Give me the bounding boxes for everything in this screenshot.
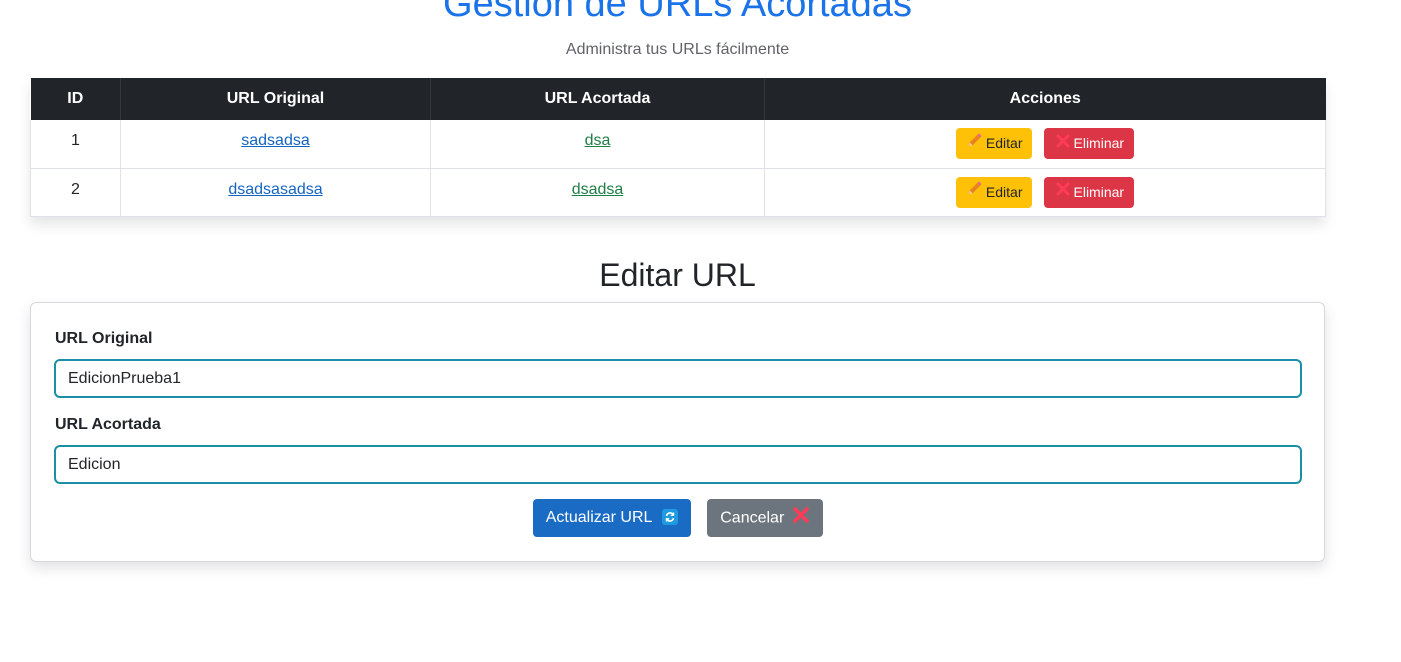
- pencil-icon: [967, 128, 982, 159]
- short-url-label: URL Acortada: [55, 416, 161, 433]
- edit-button[interactable]: Editar: [955, 176, 1032, 208]
- original-url-input[interactable]: [54, 359, 1302, 398]
- column-header-actions: Acciones: [764, 78, 1326, 120]
- page-subtitle: Administra tus URLs fácilmente: [565, 41, 790, 58]
- urls-table: ID URL Original URL Acortada Acciones 1 …: [30, 78, 1326, 217]
- edit-button-label: Editar: [985, 135, 1023, 151]
- table-header-row: ID URL Original URL Acortada Acciones: [30, 78, 1326, 120]
- row-short-url-cell: dsadsa: [430, 168, 765, 217]
- delete-button[interactable]: Eliminar: [1043, 128, 1135, 159]
- cross-icon: [1056, 176, 1070, 207]
- edit-button[interactable]: Editar: [955, 128, 1032, 159]
- urls-table-container: ID URL Original URL Acortada Acciones 1 …: [30, 78, 1326, 217]
- column-header-original-url: URL Original: [120, 78, 431, 120]
- cancel-button-label: Cancelar: [720, 509, 785, 527]
- column-header-id: ID: [30, 78, 121, 120]
- update-url-button[interactable]: Actualizar URL: [533, 499, 691, 537]
- original-url-label: URL Original: [55, 330, 153, 347]
- update-button-label: Actualizar URL: [545, 509, 652, 526]
- row-actions: Editar Eliminar: [764, 168, 1326, 217]
- delete-button-label: Eliminar: [1073, 183, 1125, 200]
- edit-section-title: Editar URL: [599, 257, 756, 293]
- refresh-icon: [662, 508, 679, 525]
- short-url-link[interactable]: dsadsa: [572, 181, 624, 198]
- row-id: 1: [30, 120, 121, 169]
- column-header-short-url: URL Acortada: [430, 78, 765, 120]
- cross-icon: [1056, 128, 1070, 159]
- page: Gestión de URLs Acortadas Administra tus…: [0, 0, 1401, 662]
- page-title: Gestión de URLs Acortadas: [443, 0, 912, 25]
- cancel-button[interactable]: Cancelar: [707, 499, 823, 537]
- short-url-link[interactable]: dsa: [585, 132, 611, 149]
- delete-button[interactable]: Eliminar: [1043, 176, 1135, 208]
- original-url-link[interactable]: dsadsasadsa: [228, 181, 322, 198]
- pencil-icon: [967, 176, 982, 207]
- row-original-url-cell: dsadsasadsa: [120, 168, 431, 217]
- row-id: 2: [30, 168, 121, 217]
- delete-button-label: Eliminar: [1073, 135, 1125, 151]
- row-actions: Editar Eliminar: [764, 120, 1326, 169]
- row-original-url-cell: sadsadsa: [120, 120, 431, 169]
- short-url-input[interactable]: [54, 445, 1302, 484]
- row-short-url-cell: dsa: [430, 120, 765, 169]
- edit-form-card: URL Original URL Acortada Actualizar URL…: [30, 302, 1325, 562]
- cross-icon: [792, 506, 810, 529]
- table-row: 2 dsadsasadsa dsadsa Editar Eliminar: [30, 168, 1326, 217]
- table-row: 1 sadsadsa dsa Editar Eliminar: [30, 120, 1326, 169]
- edit-button-label: Editar: [985, 183, 1023, 200]
- original-url-link[interactable]: sadsadsa: [241, 132, 310, 149]
